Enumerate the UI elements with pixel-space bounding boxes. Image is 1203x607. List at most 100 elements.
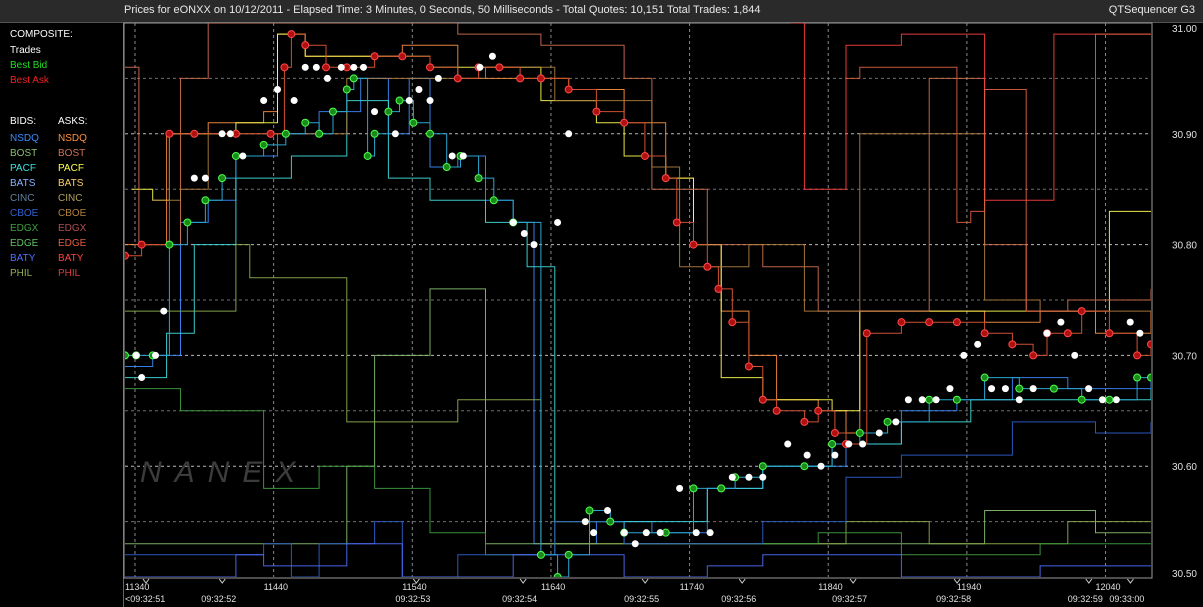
best-ask-marker (125, 251, 129, 260)
trade-marker (784, 440, 792, 448)
best-ask-marker (925, 318, 934, 327)
best-ask-marker (744, 362, 753, 371)
best-bid-marker (800, 462, 809, 471)
trade-marker (459, 152, 467, 160)
trade-marker (932, 396, 940, 404)
best-ask-marker (1063, 329, 1072, 338)
y-tick-label: 30.60 (1172, 462, 1197, 473)
trade-marker (1057, 318, 1065, 326)
x-time-label: 09:32:57 (832, 594, 867, 604)
best-bid-marker (489, 196, 498, 205)
best-ask-marker (495, 63, 504, 72)
best-ask-marker (370, 52, 379, 61)
y-tick-label: 30.50 (1172, 569, 1197, 580)
x-seq-label: 11540 (402, 582, 426, 592)
best-ask-marker (980, 329, 989, 338)
trade-marker (312, 63, 320, 71)
trade-marker (226, 130, 234, 138)
trade-marker (415, 85, 423, 93)
trade-marker (631, 540, 639, 548)
best-bid-marker (201, 196, 210, 205)
trade-marker (488, 52, 496, 60)
trade-marker (509, 218, 517, 226)
best-bid-marker (553, 573, 562, 577)
time-tick (849, 578, 857, 584)
best-ask-marker (714, 284, 723, 293)
price-chart: NANEX 31.00 30.90 30.80 30.70 30.60 30.50 113… (123, 22, 1197, 604)
time-tick (738, 578, 746, 584)
time-tick (1127, 578, 1134, 584)
best-bid-marker (342, 85, 351, 94)
y-tick-label: 30.80 (1172, 241, 1197, 252)
best-ask-marker (165, 129, 174, 138)
best-bid-marker (717, 484, 726, 493)
best-ask-marker (814, 406, 823, 415)
trade-marker (1126, 318, 1134, 326)
trade-marker (1098, 396, 1106, 404)
trade-marker (138, 374, 146, 382)
best-bid-marker (564, 550, 573, 559)
best-bid-marker (952, 395, 961, 404)
best-ask-marker (620, 118, 629, 127)
trade-marker (1071, 351, 1079, 359)
best-bid-marker (183, 218, 192, 227)
best-ask-marker (516, 74, 525, 83)
best-bid-marker (328, 107, 337, 116)
trade-marker (359, 63, 367, 71)
x-time-label: 09:32:55 (624, 594, 659, 604)
best-ask-marker (1029, 351, 1038, 360)
trade-marker (745, 473, 753, 481)
trade-marker (160, 307, 168, 315)
best-ask-marker (758, 395, 767, 404)
best-bid-marker (1049, 384, 1058, 393)
x-seq-label: 11440 (264, 582, 288, 592)
best-bid-marker (259, 140, 268, 149)
best-bid-marker (281, 129, 290, 138)
trade-marker (448, 152, 456, 160)
time-tick (641, 578, 649, 584)
best-ask-marker (830, 428, 839, 437)
trade-marker (831, 451, 839, 459)
trade-marker (405, 97, 413, 105)
y-tick-label: 31.00 (1172, 24, 1197, 35)
best-ask-marker (862, 329, 871, 338)
trade-marker (371, 108, 379, 116)
trade-marker (554, 218, 562, 226)
best-bid-marker (125, 351, 129, 360)
trade-marker (904, 396, 912, 404)
best-ask-marker (280, 63, 289, 72)
trade-marker (845, 440, 853, 448)
trade-marker (875, 429, 883, 437)
best-bid-marker (384, 107, 393, 116)
trade-marker (946, 385, 954, 393)
trade-marker (803, 451, 811, 459)
best-ask-marker (772, 406, 781, 415)
trade-marker (152, 351, 160, 359)
x-seq-label: 11940 (957, 582, 981, 592)
trade-marker (337, 63, 345, 71)
best-ask-marker (266, 129, 275, 138)
trade-marker (530, 241, 538, 249)
trade-marker (301, 63, 309, 71)
trade-marker (218, 130, 226, 138)
trade-marker (706, 529, 714, 537)
y-tick-label: 30.70 (1172, 351, 1197, 362)
time-tick (519, 578, 527, 584)
trade-marker (201, 174, 209, 182)
trade-marker (988, 385, 996, 393)
trade-marker (239, 152, 247, 160)
best-ask-marker (703, 262, 712, 271)
best-bid-marker (409, 118, 418, 127)
best-ask-marker (536, 74, 545, 83)
best-bid-marker (1147, 373, 1151, 382)
best-bid-marker (689, 484, 698, 493)
trade-marker (759, 473, 767, 481)
y-axis: 31.00 30.90 30.80 30.70 30.60 30.50 (1172, 24, 1197, 580)
trade-marker (692, 529, 700, 537)
trade-marker (132, 351, 140, 359)
trade-marker (1112, 396, 1120, 404)
trade-marker (676, 484, 684, 492)
best-ask-marker (661, 174, 670, 183)
best-ask-marker (322, 63, 331, 72)
trade-marker (603, 507, 611, 515)
